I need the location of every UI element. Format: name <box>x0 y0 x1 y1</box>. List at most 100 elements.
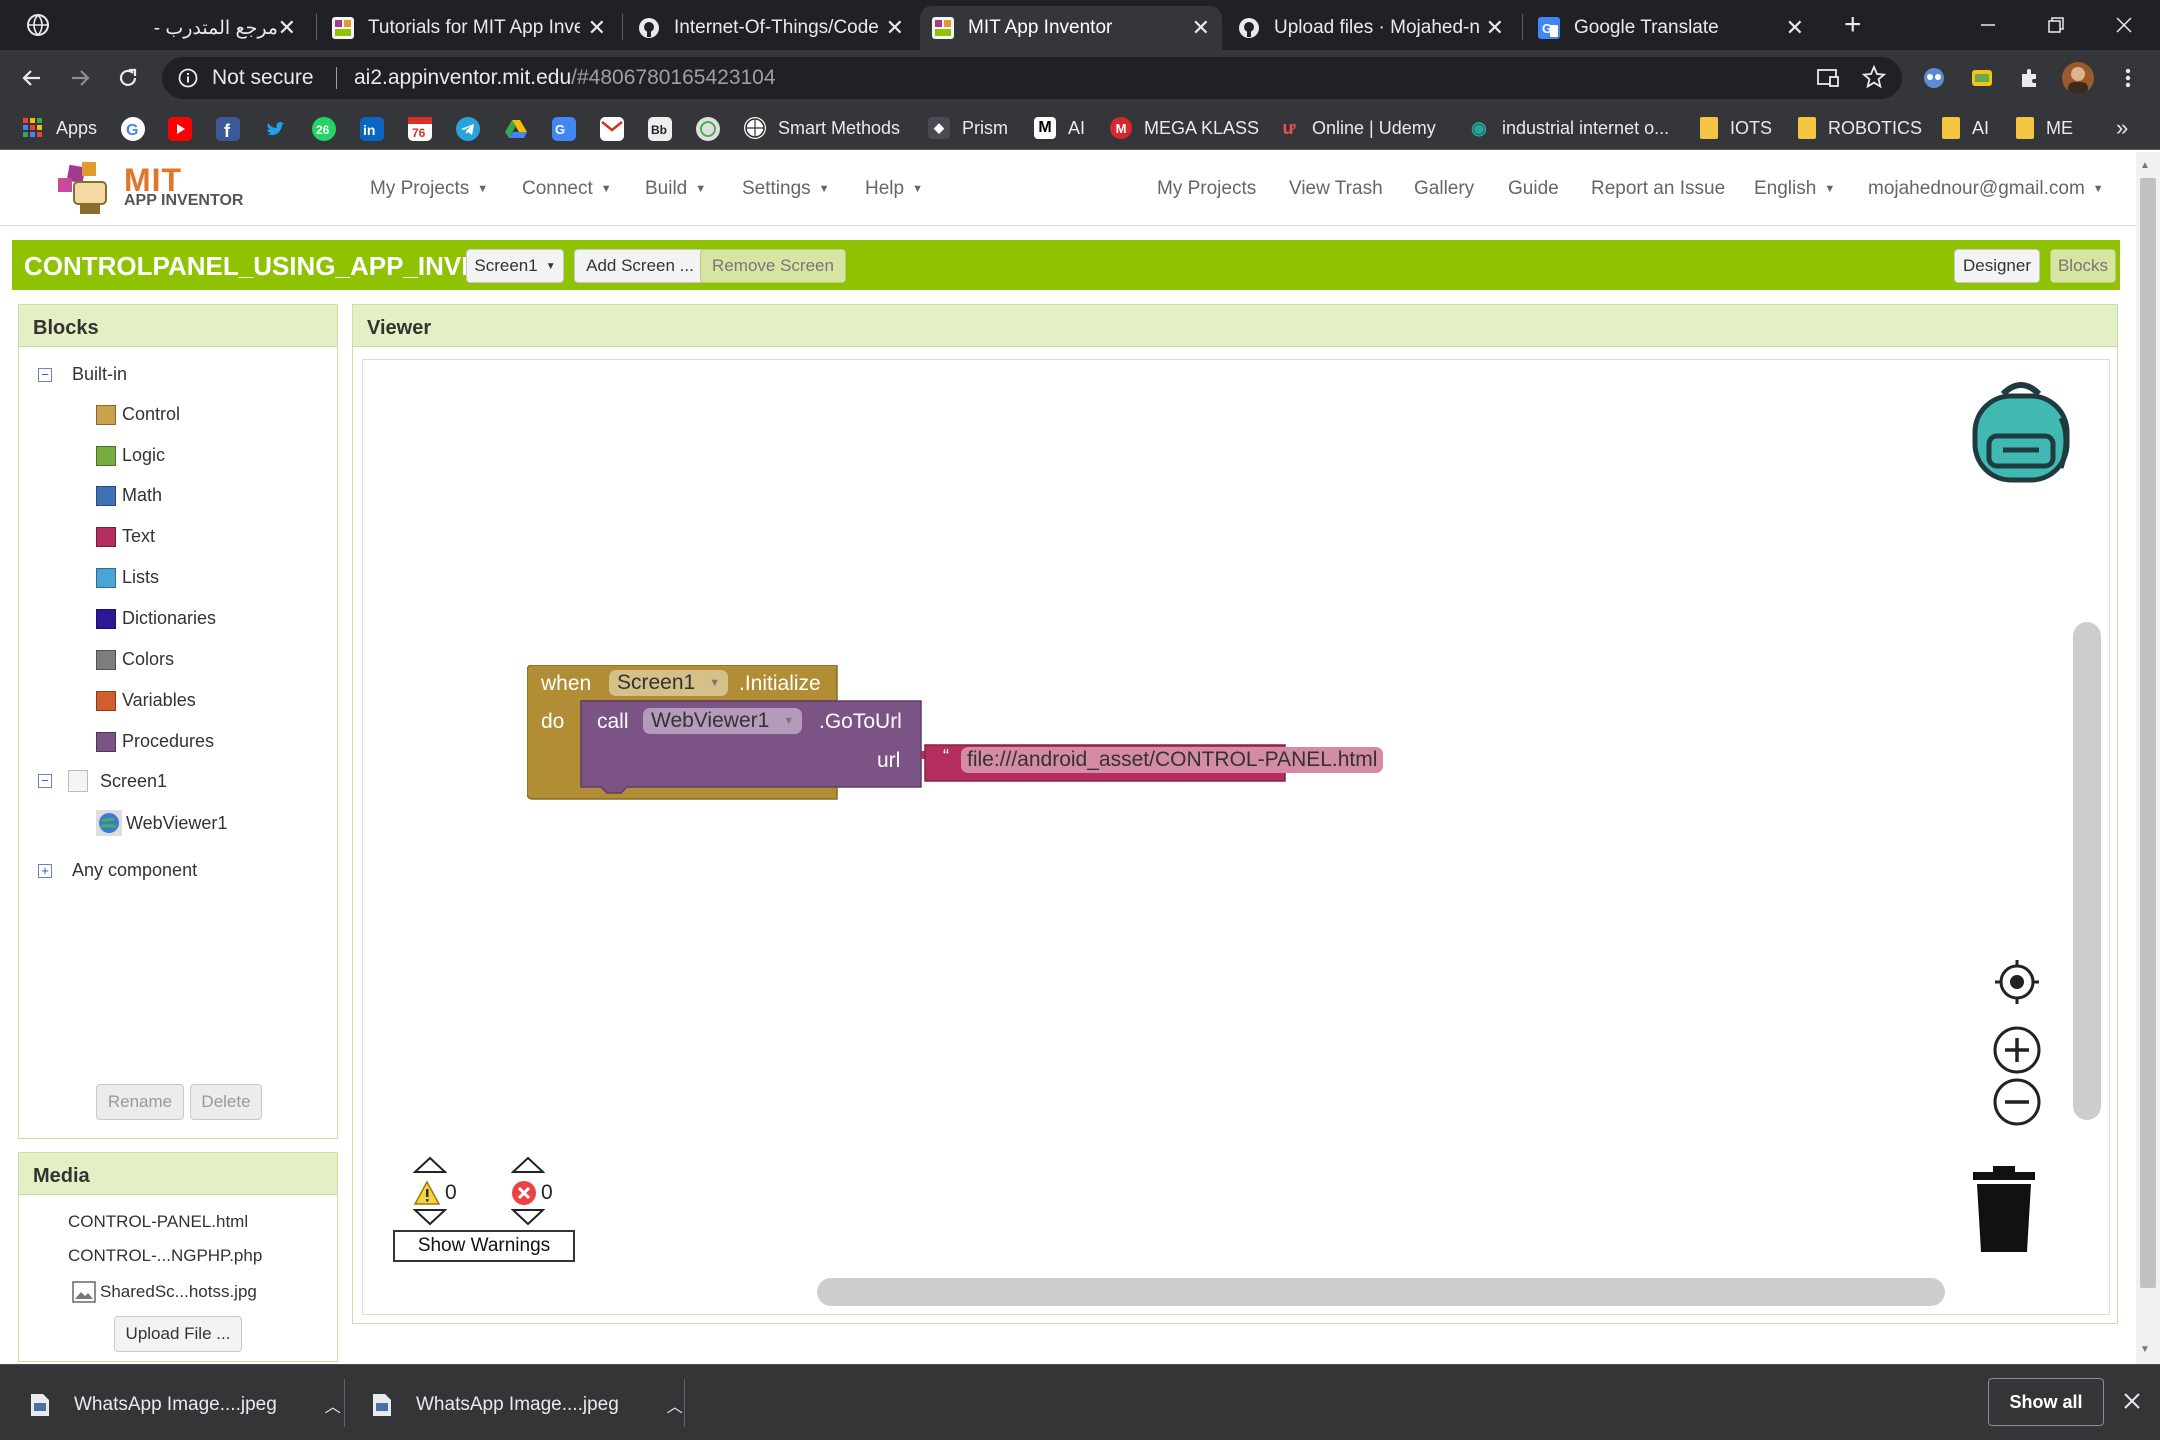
show-all-button[interactable]: Show all <box>1988 1378 2104 1426</box>
blocks-button[interactable]: Blocks <box>2050 249 2116 283</box>
upload-file-button[interactable]: Upload File ... <box>114 1316 242 1352</box>
category-control[interactable]: Control <box>96 404 180 425</box>
show-warnings-button[interactable]: Show Warnings <box>393 1230 575 1262</box>
blocks-workspace[interactable]: when Screen1 ▼ .Initialize do call WebVie… <box>362 359 2110 1315</box>
page-scroll-thumb[interactable] <box>2140 178 2156 1288</box>
scroll-up-arrow[interactable]: ▲ <box>2140 160 2150 171</box>
tab-upload-files[interactable]: Upload files · Mojahed-no ✕ <box>1226 6 1516 50</box>
tab-close-icon[interactable]: ✕ <box>1192 17 1210 39</box>
google-icon[interactable]: G <box>121 117 145 141</box>
cast-icon[interactable] <box>1816 67 1840 89</box>
extension-icon[interactable] <box>1970 66 1994 90</box>
zoom-in-icon[interactable] <box>1991 1024 2043 1076</box>
bookmark-smart-methods[interactable]: Smart Methods <box>744 116 900 140</box>
link-my-projects[interactable]: My Projects <box>1157 178 1256 200</box>
chevron-up-icon[interactable]: ︿ <box>325 1393 341 1417</box>
window-close-button[interactable] <box>2090 0 2158 50</box>
bb-icon[interactable]: Bb <box>648 117 672 141</box>
category-colors[interactable]: Colors <box>96 649 174 670</box>
screen1-dropdown[interactable]: Screen1 ▼ <box>609 670 729 696</box>
category-variables[interactable]: Variables <box>96 690 196 711</box>
menu-my-projects[interactable]: My Projects ▼ <box>370 178 488 200</box>
tab-close-icon[interactable]: ✕ <box>1486 17 1504 39</box>
link-report-issue[interactable]: Report an Issue <box>1591 178 1725 200</box>
trash-icon[interactable] <box>1971 1166 2037 1254</box>
zoom-out-icon[interactable] <box>1991 1076 2043 1128</box>
menu-connect[interactable]: Connect ▼ <box>522 178 612 200</box>
error-prev-arrow[interactable] <box>511 1156 545 1174</box>
badge-icon[interactable]: 26 <box>312 117 336 141</box>
error-next-arrow[interactable] <box>511 1208 545 1226</box>
download-item[interactable]: WhatsApp Image....jpeg ︿ <box>372 1391 683 1419</box>
link-gallery[interactable]: Gallery <box>1414 178 1474 200</box>
category-math[interactable]: Math <box>96 485 162 506</box>
bookmark-folder-iots[interactable]: IOTS <box>1700 116 1772 140</box>
youtube-icon[interactable] <box>168 117 192 141</box>
more-bookmarks-button[interactable]: » <box>2116 115 2128 140</box>
bookmark-mega-klass[interactable]: M MEGA KLASS <box>1110 116 1259 140</box>
backpack-icon[interactable] <box>1969 378 2073 484</box>
menu-build[interactable]: Build ▼ <box>645 178 706 200</box>
collapse-icon[interactable]: − <box>38 774 52 788</box>
info-icon[interactable] <box>178 68 198 88</box>
expand-icon[interactable]: + <box>38 863 52 878</box>
tab-github-iot[interactable]: Internet-Of-Things/Code ✕ <box>626 6 916 50</box>
screen-select[interactable]: Screen1 ▼ <box>466 249 564 283</box>
extension-icon[interactable] <box>1922 66 1946 90</box>
new-tab-button[interactable]: + <box>1844 10 1862 40</box>
menu-language[interactable]: English ▼ <box>1754 178 1835 200</box>
bookmark-star-icon[interactable] <box>1862 65 1886 89</box>
download-item[interactable]: WhatsApp Image....jpeg ︿ <box>30 1391 341 1419</box>
browser-menu-icon[interactable] <box>26 13 50 37</box>
bookmark-industrial-iot[interactable]: ◉ industrial internet o... <box>1468 116 1669 140</box>
linkedin-icon[interactable]: in <box>360 117 384 141</box>
category-lists[interactable]: Lists <box>96 567 159 588</box>
scroll-down-arrow[interactable]: ▼ <box>2140 1344 2150 1355</box>
collapse-icon[interactable]: − <box>38 367 52 382</box>
tree-webviewer1[interactable]: WebViewer1 <box>96 810 227 836</box>
browser-more-icon[interactable] <box>2116 66 2140 90</box>
translate-icon[interactable]: G <box>552 117 576 141</box>
minimize-button[interactable] <box>1954 0 2022 50</box>
bookmark-udemy[interactable]: ư Online | Udemy <box>1278 116 1435 140</box>
delete-button[interactable]: Delete <box>190 1084 262 1120</box>
reload-button[interactable] <box>110 60 146 96</box>
add-screen-button[interactable]: Add Screen ... <box>574 249 706 283</box>
menu-settings[interactable]: Settings ▼ <box>742 178 830 200</box>
forward-button[interactable] <box>62 60 98 96</box>
bookmark-folder-robotics[interactable]: ROBOTICS <box>1798 116 1922 140</box>
tab-close-icon[interactable]: ✕ <box>886 17 904 39</box>
warning-next-arrow[interactable] <box>413 1208 447 1226</box>
vertical-scrollbar[interactable] <box>2073 622 2101 1120</box>
profile-avatar[interactable] <box>2062 62 2094 94</box>
bookmark-prism[interactable]: ◆ Prism <box>928 116 1008 140</box>
tab-close-icon[interactable]: ✕ <box>1786 17 1804 39</box>
bookmark-ai[interactable]: M AI <box>1034 116 1085 140</box>
link-view-trash[interactable]: View Trash <box>1289 178 1383 200</box>
warning-prev-arrow[interactable] <box>413 1156 447 1174</box>
menu-account[interactable]: mojahednour@gmail.com ▼ <box>1868 178 2104 200</box>
media-file[interactable]: CONTROL-...NGPHP.php <box>68 1246 262 1266</box>
gmail-icon[interactable] <box>600 117 624 141</box>
webviewer1-dropdown[interactable]: WebViewer1 ▼ <box>643 708 803 734</box>
bookmark-folder-me[interactable]: ME <box>2016 116 2073 140</box>
recenter-icon[interactable] <box>1993 958 2041 1006</box>
designer-button[interactable]: Designer <box>1954 249 2040 283</box>
tree-builtin[interactable]: − Built-in <box>38 364 127 385</box>
link-guide[interactable]: Guide <box>1508 178 1559 200</box>
tab-mit-app-inventor[interactable]: MIT App Inventor ✕ <box>920 6 1222 50</box>
address-bar[interactable]: Not secure ai2.appinventor.mit.edu/#4806… <box>162 57 1902 99</box>
horizontal-scrollbar[interactable] <box>817 1278 1945 1306</box>
drive-icon[interactable] <box>504 117 528 141</box>
tree-screen1[interactable]: − Screen1 <box>38 770 167 792</box>
tree-any-component[interactable]: + Any component <box>38 860 197 881</box>
category-dictionaries[interactable]: Dictionaries <box>96 608 216 629</box>
rename-button[interactable]: Rename <box>96 1084 184 1120</box>
restore-button[interactable] <box>2022 0 2090 50</box>
calendar-icon[interactable]: 76 <box>408 117 432 141</box>
telegram-icon[interactable] <box>456 117 480 141</box>
tab-trainee-reference[interactable]: مرجع المتدرب - ✕ <box>138 6 308 50</box>
extensions-puzzle-icon[interactable] <box>2018 66 2042 90</box>
menu-help[interactable]: Help ▼ <box>865 178 923 200</box>
media-file[interactable]: SharedSc...hotss.jpg <box>72 1280 257 1304</box>
